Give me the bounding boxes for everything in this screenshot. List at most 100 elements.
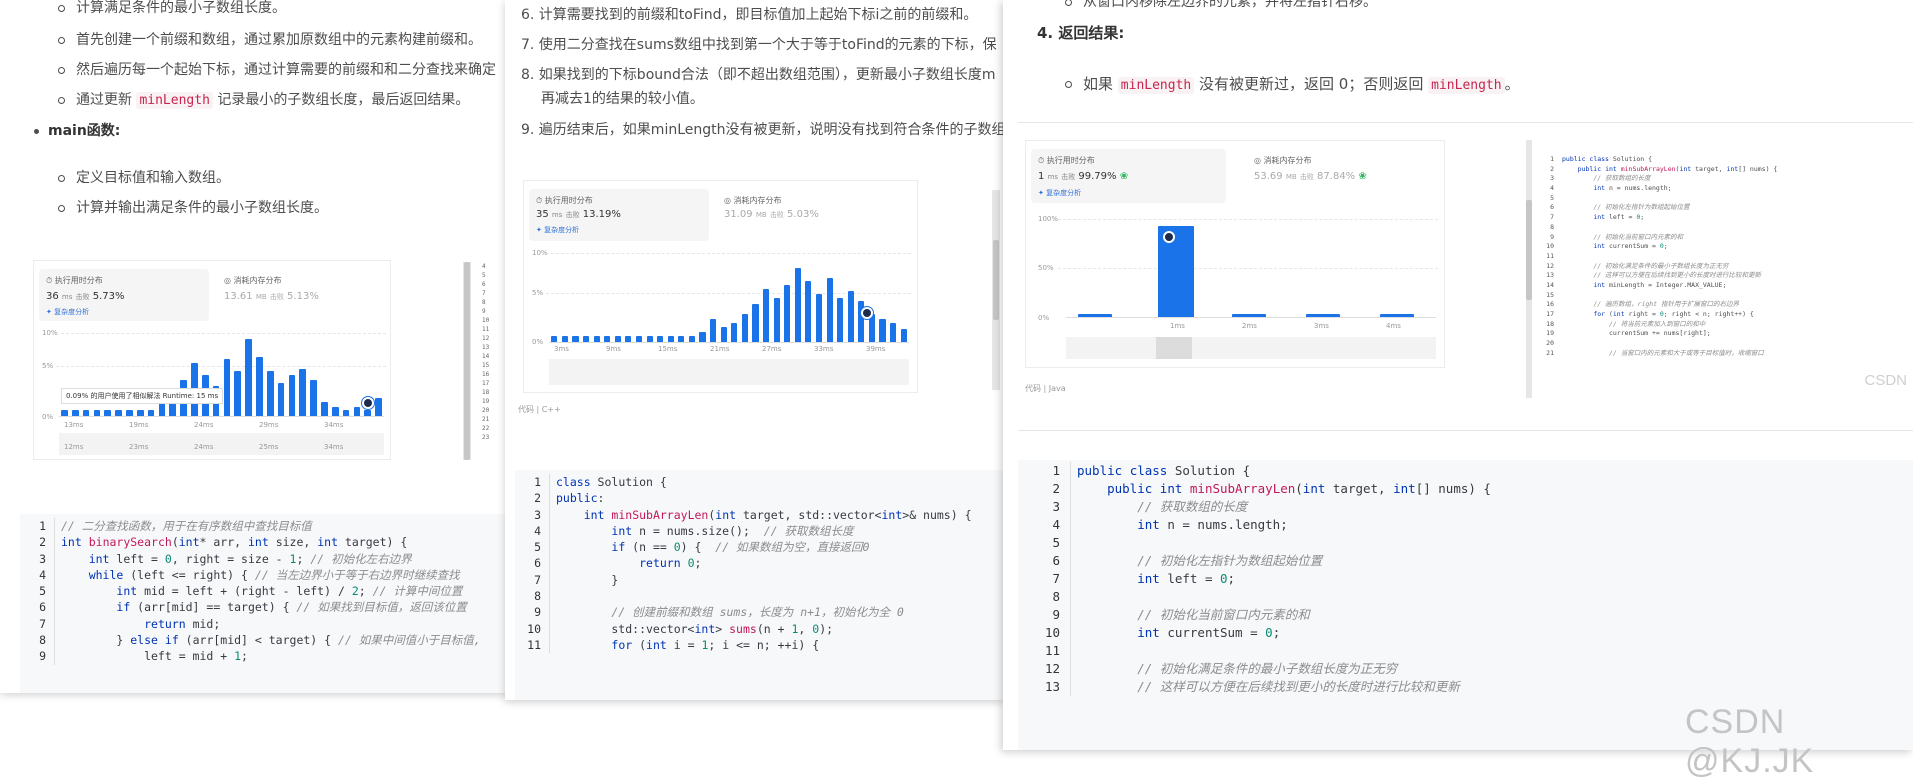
- range-selector-handle[interactable]: [1156, 337, 1192, 359]
- line-number: 13: [1044, 679, 1060, 694]
- histogram-bar[interactable]: [71, 410, 79, 416]
- complexity-analysis-link[interactable]: ✦ 复杂度分析: [536, 225, 579, 235]
- histogram-bar[interactable]: [245, 338, 252, 416]
- histogram-bar[interactable]: [678, 335, 685, 342]
- histogram-bar[interactable]: [826, 278, 833, 342]
- histogram-bar[interactable]: [375, 398, 382, 416]
- histogram-bar[interactable]: [1306, 314, 1340, 317]
- histogram-bar[interactable]: [115, 410, 122, 416]
- histogram-bar[interactable]: [572, 335, 579, 342]
- histogram-bar[interactable]: [699, 331, 706, 342]
- histogram-bar[interactable]: [625, 335, 632, 342]
- code-text: // 创建前缀和数组 sums，长度为 n+1，初始化为全 0: [549, 604, 904, 621]
- histogram-bar[interactable]: [815, 293, 823, 342]
- range-selector[interactable]: [1066, 337, 1436, 359]
- histogram-bar[interactable]: [256, 356, 263, 416]
- current-submission-marker[interactable]: [1163, 231, 1175, 243]
- histogram-bar[interactable]: [93, 410, 101, 416]
- histogram-bar[interactable]: [310, 380, 317, 416]
- histogram-bar[interactable]: [900, 329, 907, 342]
- histogram-bar[interactable]: [364, 410, 372, 416]
- histogram-bar[interactable]: [561, 335, 568, 342]
- complexity-analysis-link[interactable]: ✦ 复杂度分析: [46, 307, 89, 317]
- histogram-bar[interactable]: [879, 319, 886, 342]
- code-text: for (int i = 1; i <= n; ++i) {: [549, 636, 819, 654]
- histogram-bar[interactable]: [147, 410, 155, 416]
- histogram-bar[interactable]: [847, 291, 854, 342]
- code-line: 6 // 初始化左指针为数组起始位置: [1018, 552, 1913, 570]
- histogram-bar[interactable]: [688, 335, 695, 342]
- histogram-bar[interactable]: [277, 382, 285, 416]
- histogram-bar[interactable]: [136, 410, 144, 416]
- line-number: 18: [1546, 319, 1554, 328]
- histogram-bar[interactable]: [1078, 314, 1112, 317]
- histogram-bar[interactable]: [288, 374, 296, 416]
- histogram-bar[interactable]: [784, 284, 791, 342]
- histogram-bar[interactable]: [710, 319, 717, 342]
- histogram-bar[interactable]: [342, 410, 350, 416]
- histogram-bar[interactable]: [1380, 314, 1414, 317]
- histogram-bar[interactable]: [353, 406, 361, 416]
- histogram-bar[interactable]: [720, 326, 727, 342]
- histogram-bar[interactable]: [614, 335, 621, 342]
- histogram-bar[interactable]: [321, 401, 328, 416]
- histogram-bar[interactable]: [763, 288, 770, 342]
- x-tick: 39ms: [866, 345, 886, 353]
- histogram-bar[interactable]: [741, 314, 748, 342]
- runtime-histogram[interactable]: [1066, 226, 1436, 318]
- code-text: [1070, 534, 1085, 552]
- histogram-bar[interactable]: [657, 335, 664, 342]
- histogram-bar[interactable]: [667, 335, 674, 342]
- complexity-analysis-link[interactable]: ✦ 复杂度分析: [1038, 188, 1081, 198]
- histogram-bar[interactable]: [593, 335, 600, 342]
- histogram-bar[interactable]: [890, 322, 897, 342]
- histogram-bar[interactable]: [223, 359, 231, 416]
- code-line: 9 // 初始化当前窗口内元素的和: [1018, 606, 1913, 624]
- histogram-bar[interactable]: [1232, 314, 1266, 317]
- current-submission-marker[interactable]: [362, 397, 374, 409]
- histogram-bar[interactable]: [635, 335, 643, 342]
- histogram-bar[interactable]: [583, 335, 590, 342]
- histogram-bar[interactable]: [266, 370, 274, 416]
- code-language-caption: 代码 | C++: [518, 405, 561, 414]
- histogram-bar[interactable]: [551, 335, 558, 342]
- range-selector[interactable]: [549, 359, 909, 385]
- histogram-bar[interactable]: [731, 322, 738, 342]
- code-text: } else if (arr[mid] < target) { // 如果中间值…: [54, 632, 481, 649]
- runtime-histogram[interactable]: [59, 333, 384, 417]
- histogram-bar[interactable]: [299, 368, 307, 416]
- line-number: 11: [1044, 643, 1060, 658]
- performance-card-left: ⏱ 执行用时分布 36 ms 击败 5.73% ✦ 复杂度分析 ◎ 消耗内存分布…: [33, 260, 391, 460]
- histogram-bar[interactable]: [234, 370, 242, 416]
- x-tick: 34ms: [324, 443, 344, 451]
- scrollbar-thumb[interactable]: [464, 262, 470, 460]
- histogram-bar[interactable]: [794, 268, 801, 342]
- code-text: }: [549, 571, 618, 589]
- histogram-bar[interactable]: [82, 410, 90, 416]
- code-text: int currentSum = 0;: [1070, 624, 1280, 642]
- x-tick: 25ms: [259, 443, 279, 451]
- line-number: 7: [482, 290, 486, 297]
- inline-code: minLength: [1117, 77, 1195, 94]
- histogram-bar[interactable]: [604, 335, 611, 342]
- histogram-bar[interactable]: [104, 410, 112, 416]
- histogram-bar[interactable]: [805, 280, 812, 342]
- histogram-bar[interactable]: [773, 297, 780, 342]
- code-text: return mid;: [54, 615, 220, 633]
- runtime-histogram[interactable]: [549, 253, 909, 343]
- histogram-bar[interactable]: [752, 303, 759, 342]
- histogram-bar[interactable]: [646, 335, 653, 342]
- code-line: 20: [1540, 339, 1913, 349]
- histogram-bar[interactable]: [837, 297, 844, 342]
- current-submission-marker[interactable]: [861, 307, 873, 319]
- histogram-bar[interactable]: [61, 410, 68, 416]
- scrollbar-thumb[interactable]: [993, 240, 999, 320]
- histogram-bar[interactable]: [126, 410, 133, 416]
- step-text: 9. 遍历结束后，如果minLength没有被更新，说明没有找到符合条件的子数组: [521, 122, 1005, 138]
- scrollbar-thumb[interactable]: [1526, 200, 1532, 300]
- code-text: int n = nums.size(); // 获取数组长度: [549, 522, 854, 540]
- code-line: 2 public int minSubArrayLen(int target, …: [1540, 165, 1913, 175]
- histogram-bar[interactable]: [331, 406, 339, 416]
